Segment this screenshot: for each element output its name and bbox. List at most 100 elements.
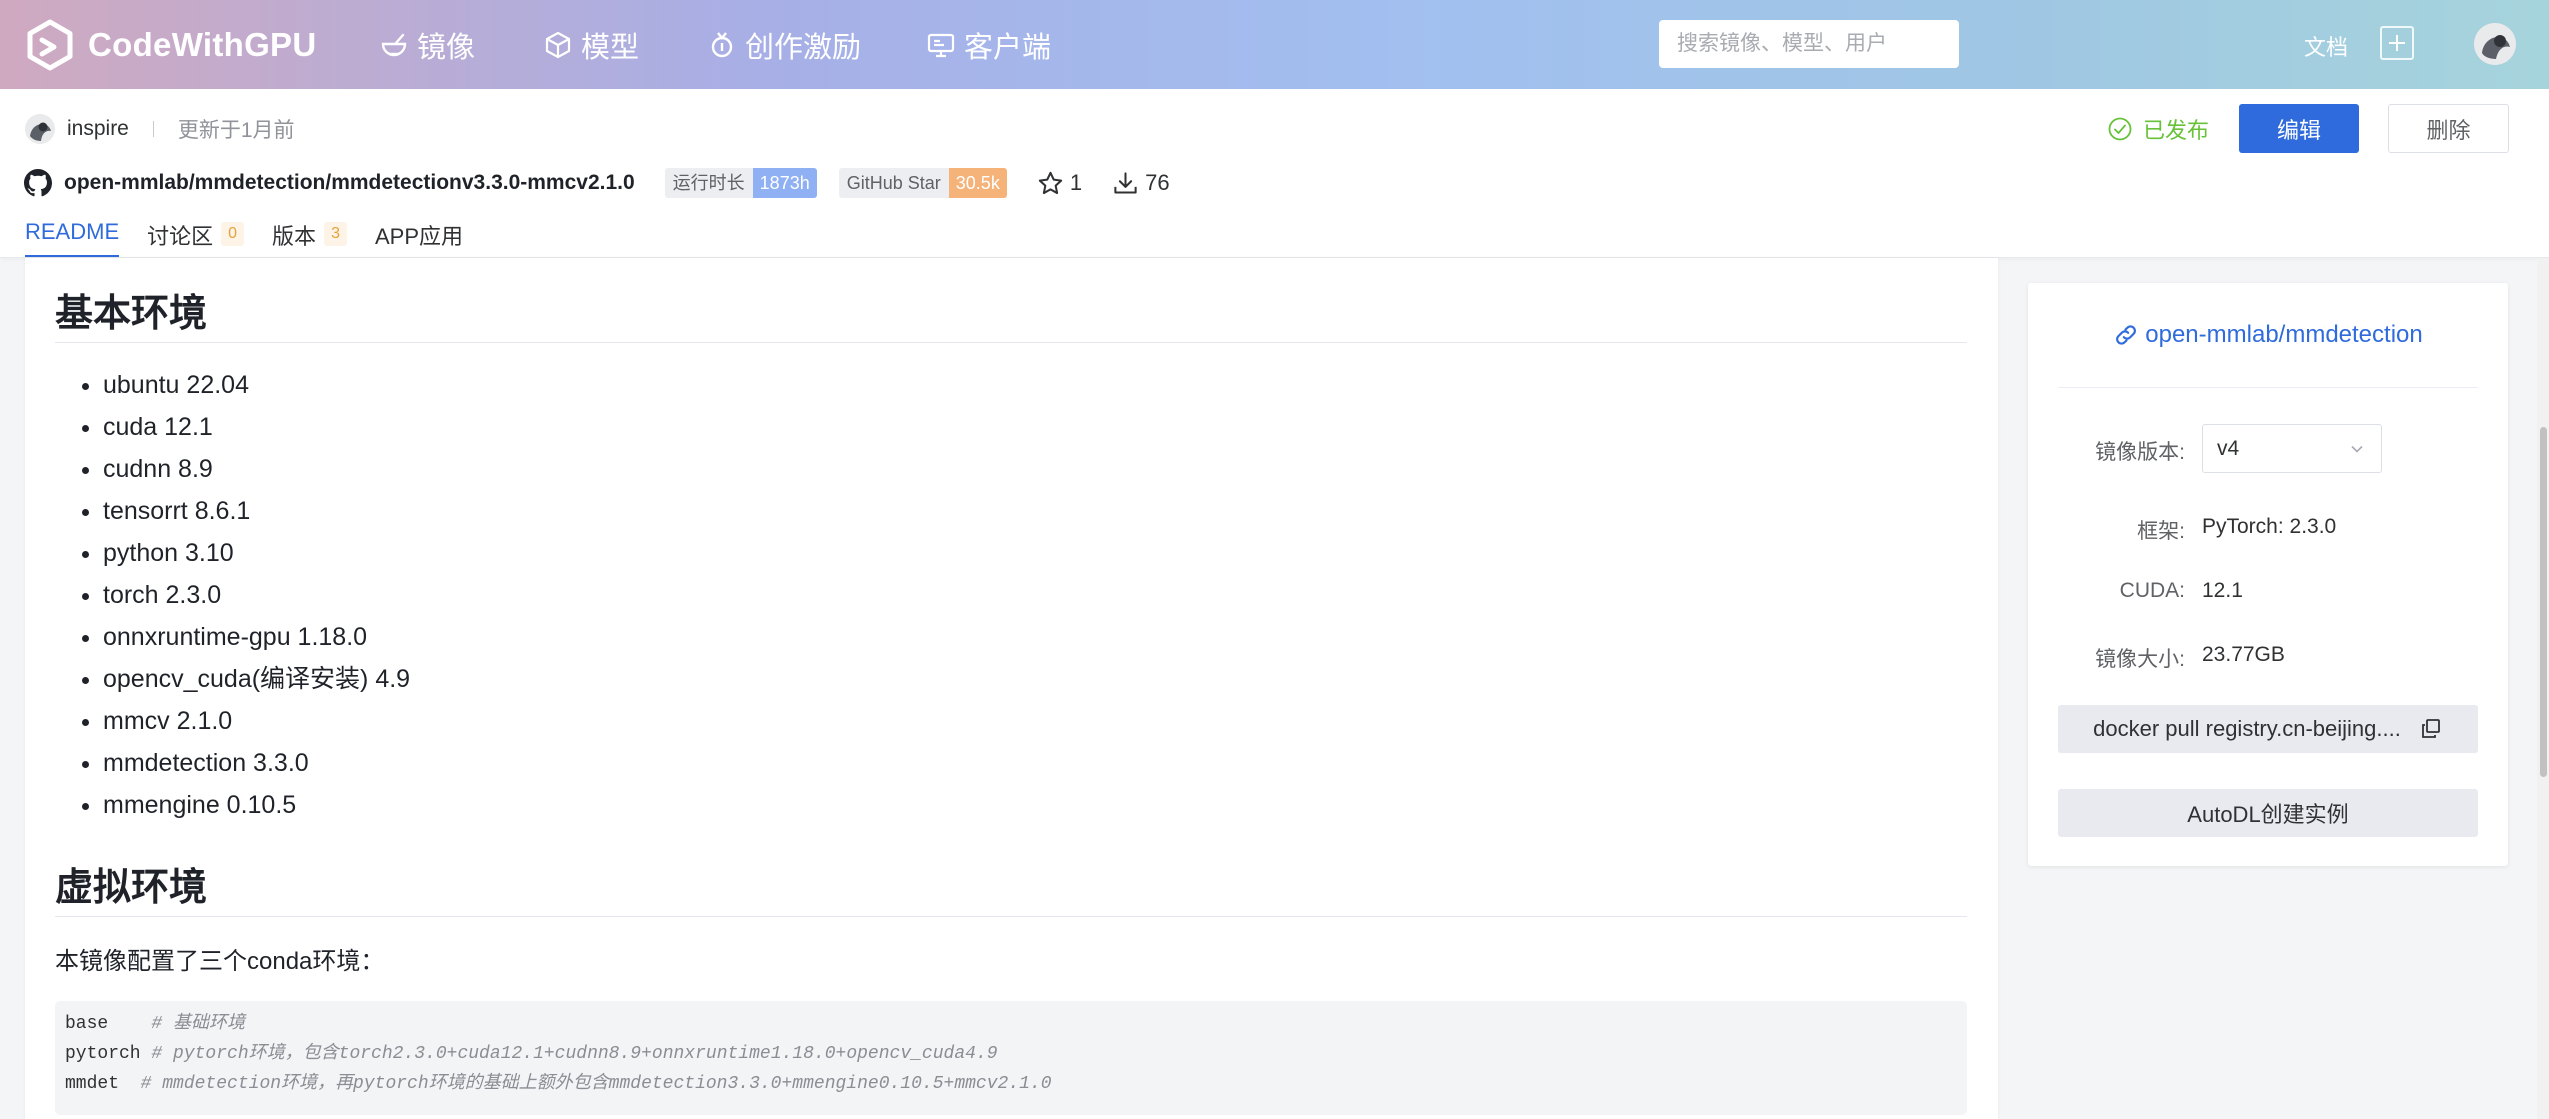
list-item: mmcv 2.1.0 [103,700,410,742]
code-line: pytorch # pytorch环境，包含torch2.3.0+cuda12.… [65,1039,1957,1069]
heading-divider [55,916,1967,917]
nav-item-label: 模型 [581,32,640,64]
favorite-button[interactable]: 1 [1037,170,1082,197]
bowl-icon [381,33,407,57]
search-input[interactable] [1675,31,1950,57]
tab-readme[interactable]: README [25,219,120,257]
list-item: mmdetection 3.3.0 [103,742,410,784]
list-item: cudnn 8.9 [103,448,410,490]
link-icon [2116,325,2137,345]
repo-name[interactable]: open-mmlab/mmdetection/mmdetectionv3.3.0… [64,171,635,195]
tab-label: APP应用 [374,224,463,249]
copy-icon[interactable] [2419,717,2443,741]
content-tabs: README 讨论区 0 版本 3 APP应用 [25,219,491,257]
tab-count-badge: 3 [324,222,347,246]
runtime-value: 1873h [752,168,817,198]
tab-versions[interactable]: 版本 3 [272,219,347,257]
virtual-env-intro: 本镜像配置了三个conda环境： [55,948,385,975]
tab-label: README [25,219,120,244]
user-avatar[interactable] [2474,23,2516,65]
tab-label: 讨论区 [147,224,214,249]
repo-row: open-mmlab/mmdetection/mmdetectionv3.3.0… [24,165,1170,201]
edit-button[interactable]: 编辑 [2239,104,2359,153]
sidebar-divider [2058,387,2478,388]
list-item: cuda 12.1 [103,406,410,448]
tab-label: 版本 [272,224,317,249]
tab-count-badge: 0 [221,222,245,246]
framework-value: PyTorch: 2.3.0 [2202,515,2337,538]
version-select[interactable]: v4 [2202,424,2382,473]
delete-button[interactable]: 删除 [2388,104,2509,153]
section-heading-virtual-env: 虚拟环境 [55,867,208,909]
framework-label: 框架: [2137,520,2185,543]
monitor-icon [927,33,955,58]
author-row: inspire 更新于1月前 [25,111,295,147]
size-label: 镜像大小: [2095,648,2185,671]
star-icon [1038,171,1063,194]
brand-name: CodeWithGPU [88,26,317,63]
repo-link-text: open-mmlab/mmdetection [2145,321,2423,348]
code-env-name: mmdet [65,1074,141,1094]
search-box [1659,20,1959,68]
download-count: 76 [1145,170,1170,195]
code-comment: # pytorch环境，包含torch2.3.0+cuda12.1+cudnn8… [151,1044,998,1064]
readme-content: 基本环境 ubuntu 22.04 cuda 12.1 cudnn 8.9 te… [25,258,1998,1119]
code-block[interactable]: base # 基础环境 pytorch # pytorch环境，包含torch2… [55,1001,1967,1115]
download-count-button[interactable]: 76 [1112,170,1170,197]
github-star-label: GitHub Star [838,168,949,198]
runtime-tag: 运行时长 1873h [664,168,817,198]
docker-pull-copy-button[interactable]: docker pull registry.cn-beijing.... [2058,705,2478,753]
github-icon [24,169,52,197]
brand-logo[interactable]: CodeWithGPU [24,17,316,73]
code-comment: # 基础环境 [151,1014,246,1034]
nav-item-incentive[interactable]: 创作激励 [707,22,861,68]
docker-pull-command: docker pull registry.cn-beijing.... [2093,716,2401,741]
scrollbar-thumb[interactable] [2540,427,2547,777]
github-star-value: 30.5k [948,168,1007,198]
updated-time: 更新于1月前 [177,119,295,142]
version-select-value: v4 [2217,436,2240,460]
avatar-icon [25,114,55,144]
nav-item-client[interactable]: 客户端 [926,22,1051,68]
tab-discussion[interactable]: 讨论区 0 [147,219,245,257]
list-item: opencv_cuda(编译安装) 4.9 [103,658,410,700]
autodl-create-instance-button[interactable]: AutoDL创建实例 [2058,789,2478,837]
codewithgpu-logo-icon [27,19,73,71]
nav-item-label: 创作激励 [745,32,862,64]
code-comment: # mmdetection环境，再pytorch环境的基础上额外包含mmdete… [140,1074,1052,1094]
list-item: ubuntu 22.04 [103,364,410,406]
divider [152,121,154,137]
published-status: 已发布 [2107,112,2209,146]
chevron-down-icon [2351,445,2363,453]
runtime-label: 运行时长 [664,168,753,198]
list-item: tensorrt 8.6.1 [103,490,410,532]
tab-app[interactable]: APP应用 [375,219,463,257]
nav-item-images[interactable]: 镜像 [379,22,475,68]
docs-link[interactable]: 文档 [2304,30,2348,62]
code-line: base # 基础环境 [65,1009,1957,1039]
create-button[interactable] [2380,26,2414,60]
github-star-tag: GitHub Star 30.5k [838,168,1007,198]
author-name[interactable]: inspire [67,117,129,141]
size-value: 23.77GB [2202,643,2285,666]
nav-item-label: 镜像 [417,32,476,64]
author-avatar[interactable] [25,114,55,144]
favorite-count: 1 [1069,170,1083,195]
list-item: torch 2.3.0 [103,574,410,616]
section-heading-base-env: 基本环境 [55,293,208,335]
cuda-value: 12.1 [2202,579,2243,602]
image-info-sidebar: open-mmlab/mmdetection 镜像版本: v4 框架: PyTo… [2028,283,2508,866]
medal-icon [711,32,733,58]
top-navbar: CodeWithGPU 镜像 模型 创作激励 客户端 文档 [0,0,2549,89]
check-circle-icon [2108,117,2132,141]
repo-link[interactable]: open-mmlab/mmdetection [2028,321,2508,349]
code-env-name: base [65,1014,152,1034]
nav-item-models[interactable]: 模型 [543,22,639,68]
heading-divider [55,342,1967,343]
download-icon [1114,171,1137,194]
env-list: ubuntu 22.04 cuda 12.1 cudnn 8.9 tensorr… [55,364,410,826]
list-item: mmengine 0.10.5 [103,784,410,826]
list-item: onnxruntime-gpu 1.18.0 [103,616,410,658]
nav-item-label: 客户端 [964,32,1052,64]
avatar-icon [2474,23,2516,65]
